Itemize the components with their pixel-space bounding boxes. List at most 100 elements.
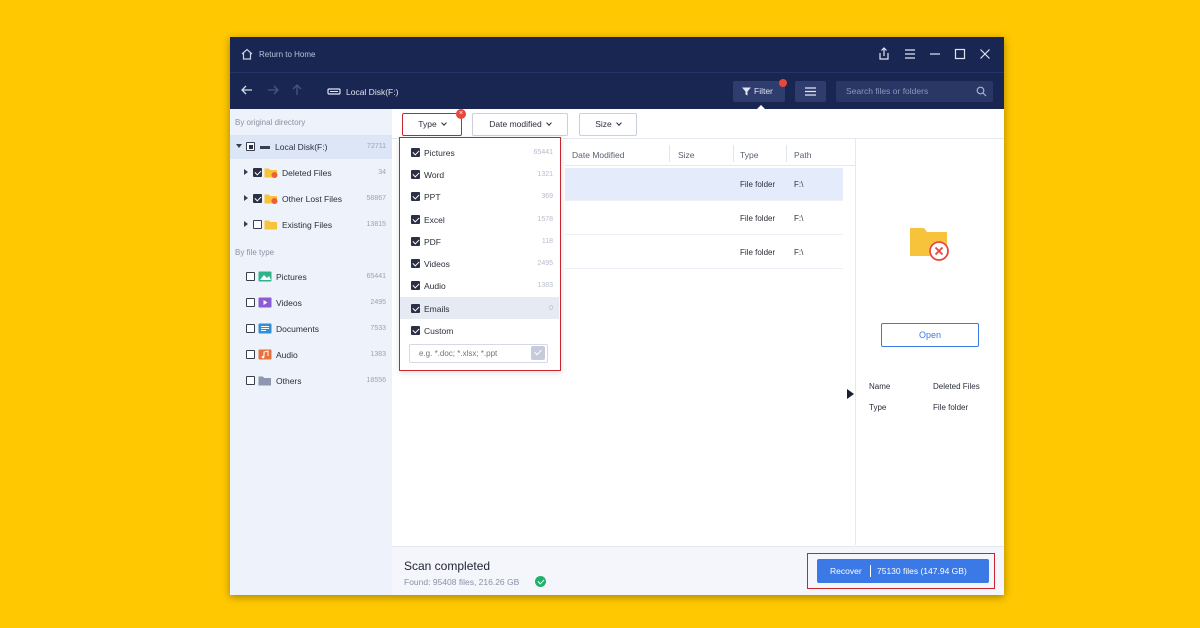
documents-checkbox[interactable] bbox=[246, 324, 255, 333]
deleted-folder-icon bbox=[910, 228, 949, 261]
folder-icon bbox=[264, 220, 277, 230]
type-filter-button[interactable]: Type × bbox=[402, 109, 466, 136]
chevron-down-icon bbox=[615, 120, 622, 126]
close-icon[interactable] bbox=[977, 46, 993, 62]
lost-folder-icon bbox=[264, 194, 278, 204]
dropdown-item-ppt[interactable]: PPT 369 bbox=[400, 185, 559, 207]
app-window: Return to Home Local Disk(F:) Filter Sea… bbox=[230, 37, 1004, 595]
view-toggle-button[interactable] bbox=[795, 81, 826, 102]
dropdown-item-pictures[interactable]: Pictures 65441 bbox=[400, 141, 559, 163]
expand-arrow-icon[interactable] bbox=[244, 221, 248, 227]
tree-item-label: Local Disk(F:) bbox=[275, 142, 328, 152]
minimize-icon[interactable] bbox=[927, 46, 943, 62]
size-filter-button[interactable]: Size bbox=[579, 113, 637, 136]
emails-checkbox[interactable] bbox=[411, 304, 420, 313]
type-item-documents[interactable]: Documents 7533 bbox=[230, 317, 392, 341]
pdf-checkbox[interactable] bbox=[411, 237, 420, 246]
videos-checkbox[interactable] bbox=[411, 259, 420, 268]
collapse-panel-icon[interactable] bbox=[847, 389, 854, 399]
recover-file-summary: 75130 files (147.94 GB) bbox=[877, 566, 967, 576]
disk-icon bbox=[327, 88, 341, 95]
audio-checkbox[interactable] bbox=[411, 281, 420, 290]
type-item-label: Videos bbox=[276, 298, 302, 308]
filter-bar: Type × Date modified Size bbox=[392, 109, 1004, 139]
chevron-down-icon bbox=[440, 120, 447, 126]
pictures-checkbox[interactable] bbox=[246, 272, 255, 281]
type-item-others[interactable]: Others 18556 bbox=[230, 369, 392, 393]
other-lost-files-checkbox[interactable] bbox=[253, 194, 262, 203]
date-filter-button[interactable]: Date modified bbox=[472, 113, 568, 136]
tree-item-local-disk[interactable]: Local Disk(F:) 72711 bbox=[230, 135, 392, 159]
audio-checkbox[interactable] bbox=[246, 350, 255, 359]
dropdown-item-label: Word bbox=[424, 170, 445, 180]
col-size[interactable]: Size bbox=[678, 150, 695, 160]
pictures-icon bbox=[258, 271, 272, 282]
filter-label: Filter bbox=[754, 86, 773, 96]
col-type[interactable]: Type bbox=[740, 150, 758, 160]
dropdown-item-word[interactable]: Word 1321 bbox=[400, 163, 559, 185]
column-divider[interactable] bbox=[669, 145, 670, 162]
expand-arrow-icon[interactable] bbox=[244, 169, 248, 175]
menu-icon[interactable] bbox=[902, 46, 918, 62]
type-item-count: 2495 bbox=[370, 299, 386, 306]
search-icon[interactable] bbox=[976, 86, 987, 97]
tree-item-deleted-files[interactable]: Deleted Files 34 bbox=[230, 161, 392, 185]
ppt-checkbox[interactable] bbox=[411, 192, 420, 201]
dropdown-item-custom[interactable]: Custom bbox=[400, 319, 559, 341]
dropdown-item-emails[interactable]: Emails 0 bbox=[400, 297, 559, 319]
expand-arrow-icon[interactable] bbox=[244, 195, 248, 201]
status-bar: Scan completed Found: 95408 files, 216.2… bbox=[392, 546, 1004, 595]
column-divider[interactable] bbox=[786, 145, 787, 162]
dropdown-item-videos[interactable]: Videos 2495 bbox=[400, 252, 559, 274]
tree-item-other-lost-files[interactable]: Other Lost Files 58867 bbox=[230, 187, 392, 211]
return-home-link[interactable]: Return to Home bbox=[259, 50, 315, 59]
up-arrow-icon[interactable] bbox=[290, 83, 304, 97]
sidebar: By original directory Local Disk(F:) 727… bbox=[230, 109, 392, 595]
deleted-files-checkbox[interactable] bbox=[253, 168, 262, 177]
share-icon[interactable] bbox=[876, 46, 892, 62]
expand-arrow-icon[interactable] bbox=[236, 144, 242, 148]
dropdown-item-label: Pictures bbox=[424, 148, 455, 158]
recover-button[interactable]: Recover 75130 files (147.94 GB) bbox=[817, 559, 989, 583]
clear-filter-icon[interactable]: × bbox=[456, 109, 466, 119]
search-input[interactable]: Search files or folders bbox=[836, 81, 993, 102]
pictures-checkbox[interactable] bbox=[411, 148, 420, 157]
filter-icon bbox=[742, 87, 751, 96]
dropdown-item-excel[interactable]: Excel 1578 bbox=[400, 208, 559, 230]
scan-status-title: Scan completed bbox=[404, 559, 491, 573]
table-row[interactable]: File folder F:\ bbox=[565, 168, 843, 201]
open-button[interactable]: Open bbox=[881, 323, 979, 347]
table-row[interactable]: File folder F:\ bbox=[565, 236, 843, 269]
tree-item-label: Other Lost Files bbox=[282, 194, 342, 204]
existing-files-checkbox[interactable] bbox=[253, 220, 262, 229]
dropdown-item-pdf[interactable]: PDF 118 bbox=[400, 230, 559, 252]
back-arrow-icon[interactable] bbox=[240, 83, 254, 97]
others-checkbox[interactable] bbox=[246, 376, 255, 385]
forward-arrow-icon[interactable] bbox=[266, 83, 280, 97]
confirm-check-icon[interactable] bbox=[531, 346, 545, 360]
deleted-folder-icon bbox=[264, 168, 278, 178]
type-filter-dropdown: Pictures 65441 Word 1321 PPT 369 Excel 1… bbox=[399, 137, 561, 371]
word-checkbox[interactable] bbox=[411, 170, 420, 179]
row-type: File folder bbox=[740, 214, 776, 223]
column-divider[interactable] bbox=[733, 145, 734, 162]
col-path[interactable]: Path bbox=[794, 150, 812, 160]
col-date-modified[interactable]: Date Modified bbox=[572, 150, 624, 160]
dropdown-item-audio[interactable]: Audio 1383 bbox=[400, 274, 559, 296]
custom-extension-input[interactable] bbox=[409, 344, 548, 363]
type-item-pictures[interactable]: Pictures 65441 bbox=[230, 265, 392, 289]
chevron-down-icon bbox=[545, 120, 552, 126]
custom-checkbox[interactable] bbox=[411, 326, 420, 335]
table-row[interactable]: File folder F:\ bbox=[565, 202, 843, 235]
local-disk-checkbox[interactable] bbox=[246, 142, 255, 151]
maximize-icon[interactable] bbox=[952, 46, 968, 62]
home-icon[interactable] bbox=[240, 47, 254, 61]
type-item-videos[interactable]: Videos 2495 bbox=[230, 291, 392, 315]
tree-item-label: Deleted Files bbox=[282, 168, 332, 178]
filter-button[interactable]: Filter bbox=[733, 79, 787, 102]
tree-item-existing-files[interactable]: Existing Files 13815 bbox=[230, 213, 392, 237]
type-item-audio[interactable]: Audio 1383 bbox=[230, 343, 392, 367]
videos-checkbox[interactable] bbox=[246, 298, 255, 307]
excel-checkbox[interactable] bbox=[411, 215, 420, 224]
audio-icon bbox=[258, 349, 272, 360]
